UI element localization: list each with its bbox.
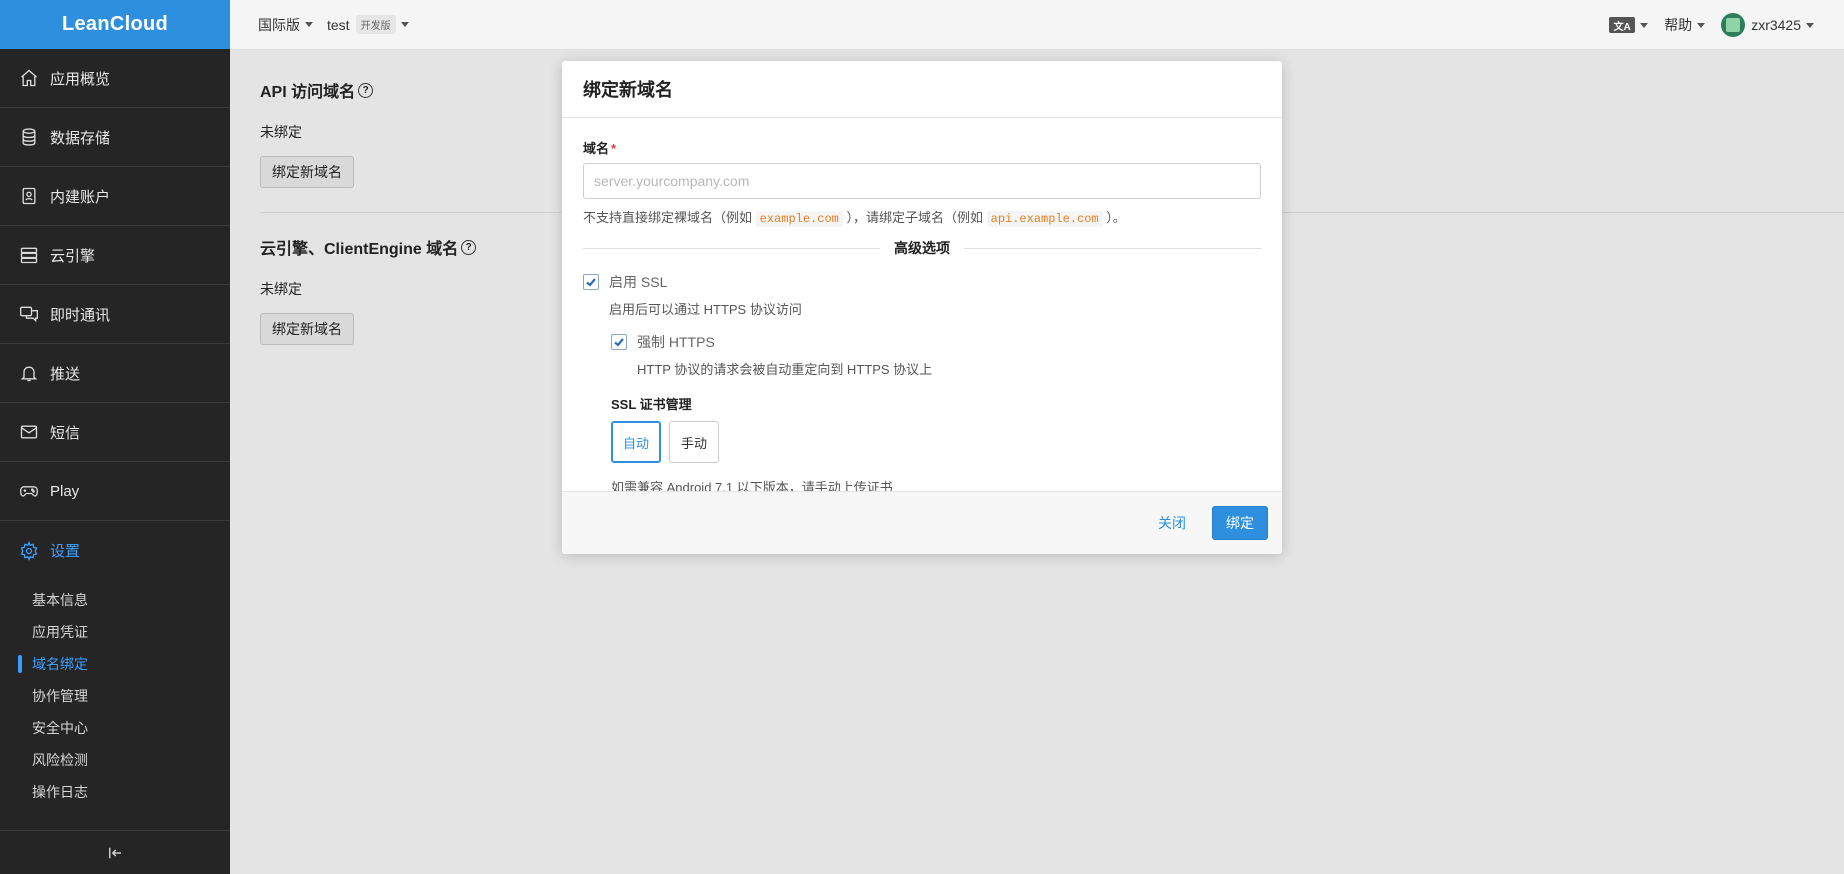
sidebar-item-label: 数据存储 xyxy=(50,129,111,147)
sidebar-item-label: 即时通讯 xyxy=(50,306,111,324)
sidebar-item-label: 内建账户 xyxy=(50,188,111,206)
sidebar-item-accounts[interactable]: 内建账户 xyxy=(0,167,230,226)
force-https-row[interactable]: 强制 HTTPS xyxy=(611,332,1261,352)
app-name: test xyxy=(327,16,350,33)
sidebar-item-label: Play xyxy=(50,482,80,500)
chevron-down-icon xyxy=(400,22,409,27)
avatar xyxy=(1721,13,1746,37)
bind-engine-domain-button[interactable]: 绑定新域名 xyxy=(260,313,354,345)
bind-button[interactable]: 绑定 xyxy=(1212,506,1268,540)
language-dropdown[interactable]: 文A xyxy=(1609,17,1649,33)
dialog-title: 绑定新域名 xyxy=(562,61,1282,118)
sidebar-item-messaging[interactable]: 即时通讯 xyxy=(0,285,230,344)
chevron-down-icon xyxy=(1640,22,1649,28)
divider-line xyxy=(583,247,880,249)
enable-ssl-row[interactable]: 启用 SSL xyxy=(583,272,1261,292)
env-badge: 开发版 xyxy=(355,15,396,34)
check-icon xyxy=(586,278,596,287)
app-dropdown[interactable]: test 开发版 xyxy=(327,15,409,34)
hint-text: ），请绑定子域名（例如 xyxy=(846,210,983,225)
sidebar-item-push[interactable]: 推送 xyxy=(0,344,230,403)
bind-api-domain-button[interactable]: 绑定新域名 xyxy=(260,156,354,188)
server-icon xyxy=(18,244,40,266)
sidebar-item-play[interactable]: Play xyxy=(0,462,230,521)
language-icon: 文A xyxy=(1609,17,1636,33)
sidebar-item-storage[interactable]: 数据存储 xyxy=(0,108,230,167)
enable-ssl-label: 启用 SSL xyxy=(609,274,668,290)
sidebar-item-label: 应用概览 xyxy=(50,70,111,88)
username: zxr3425 xyxy=(1751,17,1801,33)
hint-text: 不支持直接绑定裸域名（例如 xyxy=(583,210,753,225)
force-https-label: 强制 HTTPS xyxy=(637,334,715,350)
brand-logo[interactable]: LeanCloud xyxy=(0,0,230,49)
id-badge-icon xyxy=(18,185,40,207)
sidebar-item-label: 短信 xyxy=(50,424,81,442)
domain-label-text: 域名 xyxy=(583,141,610,156)
domain-field-label: 域名 * xyxy=(583,138,1261,157)
advanced-options-label: 高级选项 xyxy=(894,240,950,256)
question-circle-icon[interactable]: ? xyxy=(461,239,477,255)
collapse-left-icon xyxy=(109,847,121,858)
subnav-item-basic-info[interactable]: 基本信息 xyxy=(0,584,230,616)
required-mark: * xyxy=(611,141,617,156)
sidebar-item-engine[interactable]: 云引擎 xyxy=(0,226,230,285)
force-https-checkbox[interactable] xyxy=(611,334,627,350)
help-dropdown[interactable]: 帮助 xyxy=(1664,15,1706,35)
ssl-cert-manual-button[interactable]: 手动 xyxy=(669,421,719,463)
divider-line xyxy=(964,247,1261,249)
dialog-footer: 关闭 绑定 xyxy=(562,491,1282,554)
collapse-sidebar-button[interactable] xyxy=(0,830,230,874)
sidebar-item-label: 设置 xyxy=(50,543,81,560)
gear-icon xyxy=(18,540,40,562)
hint-code-example: example.com xyxy=(755,211,843,227)
topbar-right: 文A 帮助 zxr3425 xyxy=(1593,0,1814,50)
subnav-item-domain-binding[interactable]: 域名绑定 xyxy=(0,648,230,680)
chevron-down-icon xyxy=(1806,22,1814,28)
home-icon xyxy=(18,67,40,89)
gamepad-icon xyxy=(18,480,40,502)
force-https-description: HTTP 协议的请求会被自动重定向到 HTTPS 协议上 xyxy=(637,362,933,377)
enable-ssl-description: 启用后可以通过 HTTPS 协议访问 xyxy=(609,302,802,317)
sidebar-item-sms[interactable]: 短信 xyxy=(0,403,230,462)
subnav-item-operation-log[interactable]: 操作日志 xyxy=(0,776,230,808)
chat-icon xyxy=(18,303,40,325)
subnav-item-app-keys[interactable]: 应用凭证 xyxy=(0,616,230,648)
sidebar: LeanCloud 应用概览 数据存储 内建账户 云引擎 即时通讯 推送 短信 … xyxy=(0,0,230,874)
domain-input[interactable] xyxy=(583,163,1261,199)
chevron-down-icon xyxy=(1697,22,1706,28)
check-icon xyxy=(614,338,624,347)
help-label: 帮助 xyxy=(1664,17,1693,33)
mail-icon xyxy=(18,421,40,443)
region-label: 国际版 xyxy=(258,16,300,33)
ssl-cert-segmented-control: 自动 手动 xyxy=(611,421,1261,463)
database-icon xyxy=(18,126,40,148)
region-dropdown[interactable]: 国际版 xyxy=(258,15,313,35)
close-button[interactable]: 关闭 xyxy=(1158,513,1186,533)
engine-domain-title-text: 云引擎、ClientEngine 域名 xyxy=(260,241,459,258)
sidebar-item-settings[interactable]: 设置 xyxy=(0,521,230,580)
hint-code-subdomain: api.example.com xyxy=(986,211,1103,227)
subnav-item-collaborators[interactable]: 协作管理 xyxy=(0,680,230,712)
settings-subnav: 基本信息 应用凭证 域名绑定 协作管理 安全中心 风险检测 操作日志 xyxy=(0,580,230,808)
advanced-options-divider: 高级选项 xyxy=(583,238,1261,258)
ssl-cert-auto-button[interactable]: 自动 xyxy=(611,421,661,463)
bind-domain-dialog: 绑定新域名 域名* 不支持直接绑定裸域名（例如 example.com ），请绑… xyxy=(562,61,1282,554)
question-circle-icon[interactable]: ? xyxy=(358,82,374,98)
hint-text: ）。 xyxy=(1106,210,1126,225)
domain-hint: 不支持直接绑定裸域名（例如 example.com ），请绑定子域名（例如 ap… xyxy=(583,207,1261,227)
sidebar-item-overview[interactable]: 应用概览 xyxy=(0,49,230,108)
ssl-suboptions: 强制 HTTPS HTTP 协议的请求会被自动重定向到 HTTPS 协议上 SS… xyxy=(583,332,1261,496)
sidebar-item-label: 云引擎 xyxy=(50,247,96,265)
subnav-item-risk-detection[interactable]: 风险检测 xyxy=(0,744,230,776)
api-domain-title-text: API 访问域名 xyxy=(260,84,356,101)
chevron-down-icon xyxy=(305,22,313,27)
bell-icon xyxy=(18,362,40,384)
subnav-item-security[interactable]: 安全中心 xyxy=(0,712,230,744)
sidebar-item-label: 推送 xyxy=(50,365,81,383)
dialog-body: 域名* 不支持直接绑定裸域名（例如 example.com ），请绑定子域名（例… xyxy=(562,118,1282,495)
user-dropdown[interactable]: zxr3425 xyxy=(1721,13,1814,37)
enable-ssl-checkbox[interactable] xyxy=(583,274,599,290)
topbar: 国际版 test 开发版 文A 帮助 zxr3425 xyxy=(230,0,1844,50)
ssl-cert-title: SSL 证书管理 xyxy=(611,397,692,412)
